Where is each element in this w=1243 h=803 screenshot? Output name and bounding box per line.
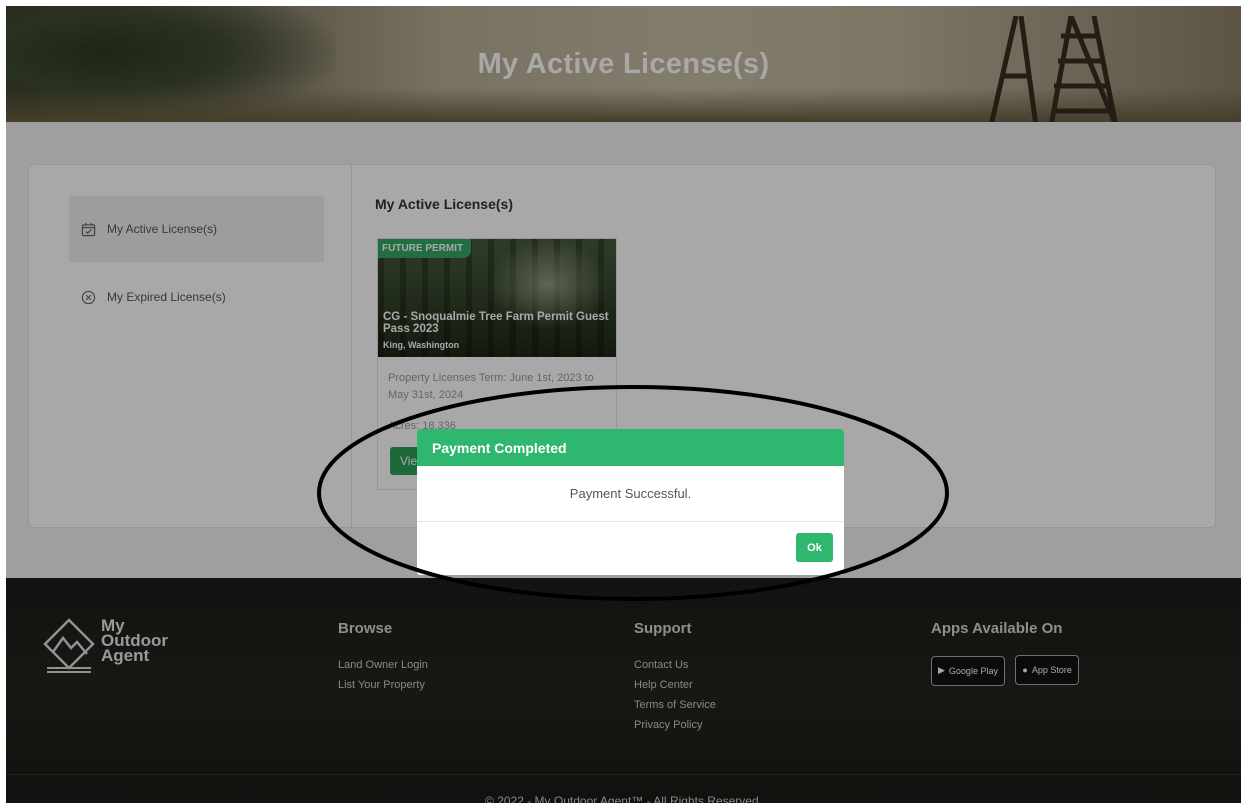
modal-message: Payment Successful. <box>417 466 844 522</box>
page-frame: My Active License(s) My Active License(s… <box>6 6 1241 803</box>
modal-backdrop[interactable] <box>6 6 1241 803</box>
modal-title: Payment Completed <box>417 429 844 466</box>
ok-button[interactable]: Ok <box>796 533 833 562</box>
payment-modal: Payment Completed Payment Successful. Ok <box>417 429 844 575</box>
